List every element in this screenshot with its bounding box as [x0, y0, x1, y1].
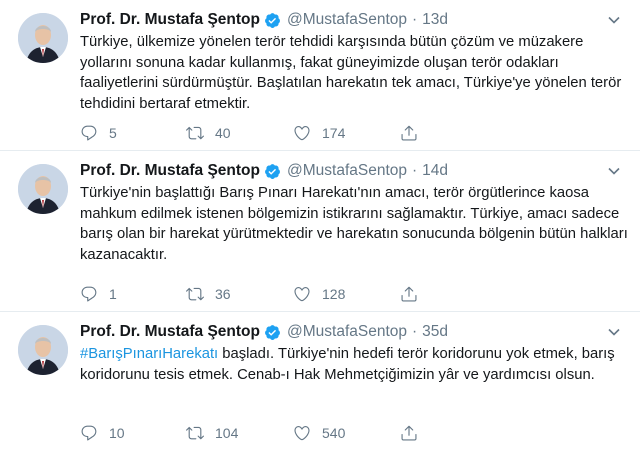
tweet[interactable]: Prof. Dr. Mustafa Şentop @MustafaSentop …	[0, 0, 640, 151]
like-count: 128	[322, 286, 346, 302]
retweet-icon	[186, 287, 204, 301]
tweet-time[interactable]: 13d	[422, 11, 448, 29]
tweet-actions: 10 104 540	[80, 424, 520, 444]
verified-badge-icon	[265, 12, 280, 28]
retweet-count: 36	[215, 286, 231, 302]
like-icon	[294, 287, 310, 302]
retweet-button[interactable]: 104	[186, 424, 238, 442]
reply-icon	[81, 125, 97, 141]
tweet-text: Türkiye'nin başlattığı Barış Pınarı Hare…	[80, 185, 628, 263]
like-count: 540	[322, 425, 346, 441]
hashtag-link[interactable]: #BarışPınarıHarekatı	[80, 346, 218, 362]
verified-badge-icon	[265, 163, 280, 179]
tweet-actions: 1 36 128	[80, 285, 520, 305]
separator-dot: ·	[412, 323, 418, 340]
tweet[interactable]: Prof. Dr. Mustafa Şentop @MustafaSentop …	[0, 151, 640, 312]
reply-count: 5	[109, 125, 117, 141]
author-handle[interactable]: @MustafaSentop	[287, 323, 407, 341]
retweet-count: 104	[215, 425, 239, 441]
reply-count: 1	[109, 286, 117, 302]
avatar[interactable]	[18, 164, 68, 214]
like-icon	[294, 426, 310, 441]
share-icon	[401, 125, 417, 141]
retweet-button[interactable]: 40	[186, 124, 231, 142]
author-name[interactable]: Prof. Dr. Mustafa Şentop	[80, 11, 260, 29]
reply-button[interactable]: 10	[80, 424, 125, 442]
avatar[interactable]	[18, 13, 68, 63]
avatar[interactable]	[18, 325, 68, 375]
retweet-button[interactable]: 36	[186, 285, 231, 303]
share-button[interactable]	[400, 424, 429, 442]
like-icon	[294, 126, 310, 141]
share-button[interactable]	[400, 124, 429, 142]
reply-icon	[81, 286, 97, 302]
reply-icon	[81, 425, 97, 441]
verified-badge-icon	[265, 324, 280, 340]
tweet-feed: Prof. Dr. Mustafa Şentop @MustafaSentop …	[0, 0, 640, 453]
tweet-time[interactable]: 14d	[422, 162, 448, 180]
retweet-count: 40	[215, 125, 231, 141]
tweet-actions: 5 40 174	[80, 124, 520, 144]
reply-button[interactable]: 5	[80, 124, 117, 142]
separator-dot: ·	[412, 11, 418, 28]
retweet-icon	[186, 126, 204, 140]
share-button[interactable]	[400, 285, 429, 303]
tweet[interactable]: Prof. Dr. Mustafa Şentop @MustafaSentop …	[0, 312, 640, 453]
share-icon	[401, 286, 417, 302]
reply-button[interactable]: 1	[80, 285, 117, 303]
share-icon	[401, 425, 417, 441]
like-count: 174	[322, 125, 346, 141]
author-handle[interactable]: @MustafaSentop	[287, 11, 407, 29]
tweet-text: #BarışPınarıHarekatı başladı. Türkiye'ni…	[80, 344, 628, 385]
caret-down-icon[interactable]	[608, 14, 620, 26]
author-name[interactable]: Prof. Dr. Mustafa Şentop	[80, 323, 260, 341]
author-name[interactable]: Prof. Dr. Mustafa Şentop	[80, 162, 260, 180]
caret-down-icon[interactable]	[608, 165, 620, 177]
author-handle[interactable]: @MustafaSentop	[287, 162, 407, 180]
like-button[interactable]: 174	[293, 124, 345, 142]
retweet-icon	[186, 426, 204, 440]
caret-down-icon[interactable]	[608, 326, 620, 338]
tweet-time[interactable]: 35d	[422, 323, 448, 341]
like-button[interactable]: 540	[293, 424, 345, 442]
like-button[interactable]: 128	[293, 285, 345, 303]
separator-dot: ·	[412, 162, 418, 179]
reply-count: 10	[109, 425, 125, 441]
tweet-text: Türkiye, ülkemize yönelen terör tehdidi …	[80, 34, 622, 112]
